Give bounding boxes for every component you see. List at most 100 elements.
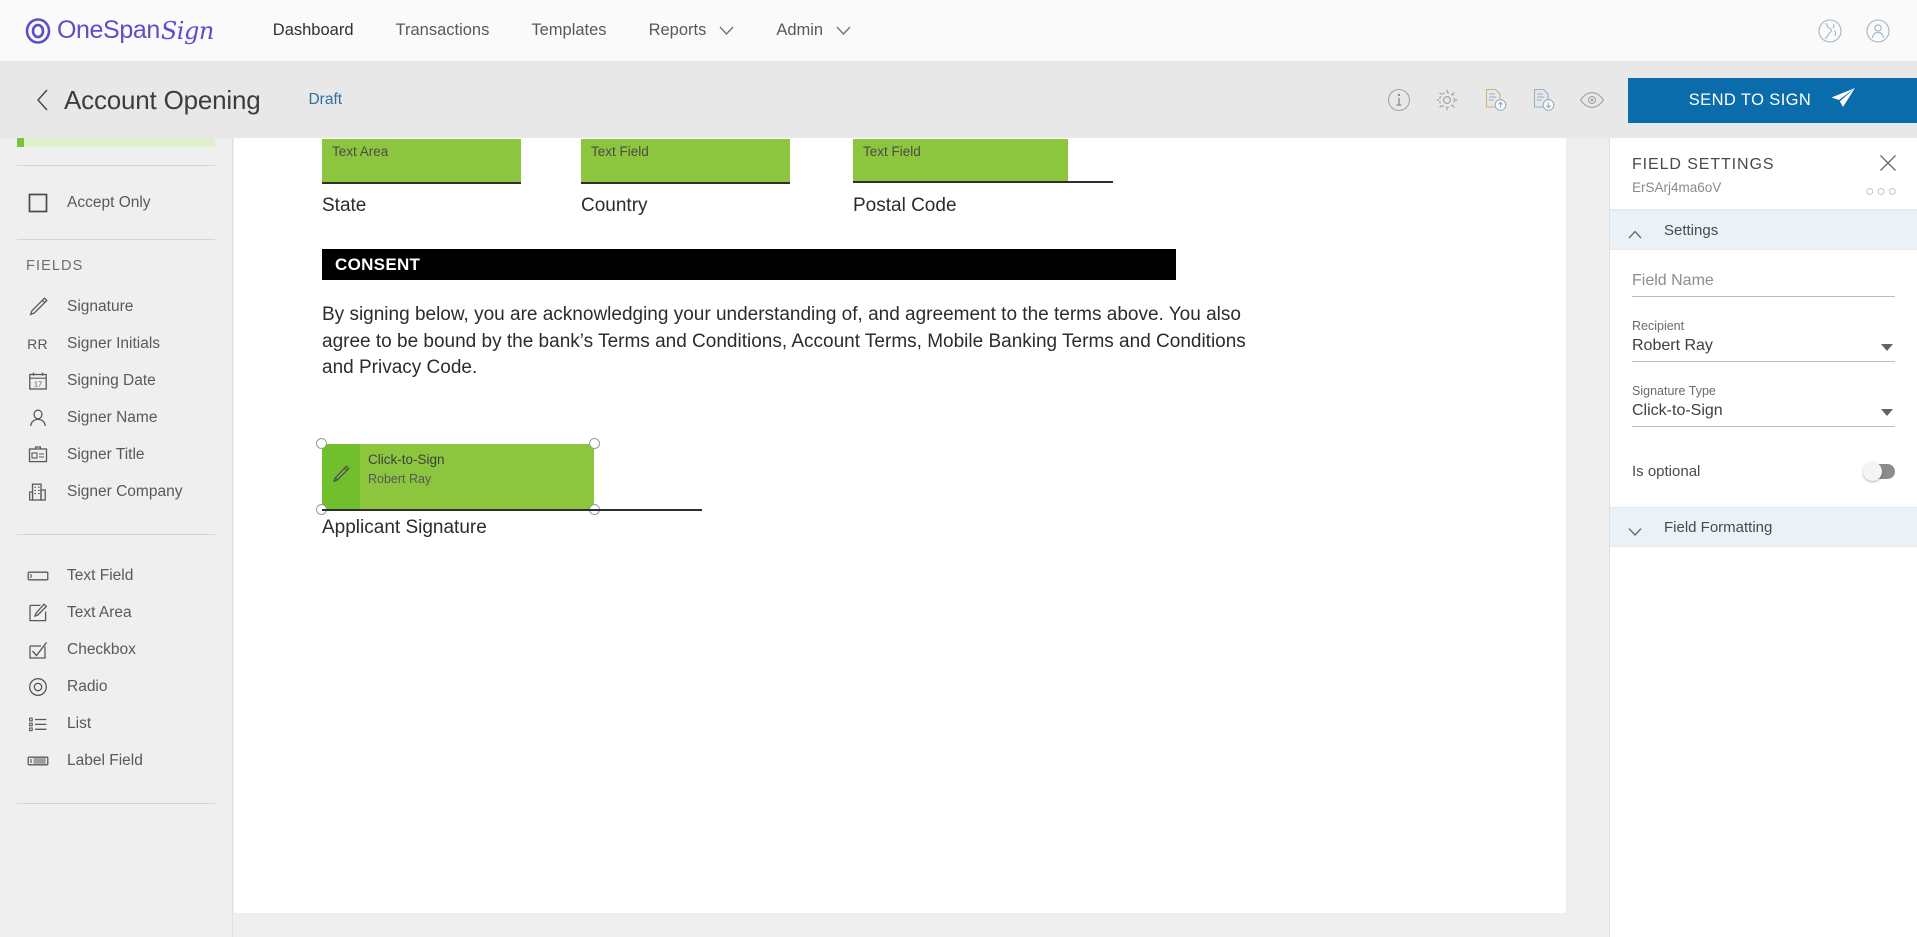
resize-handle-top-right[interactable] bbox=[589, 438, 600, 449]
sidebar-progress-bar bbox=[17, 138, 215, 147]
document-signature-field[interactable]: Click-to-Sign Robert Ray bbox=[321, 443, 595, 510]
sidebar-item-list[interactable]: List bbox=[0, 705, 232, 742]
nav-item-admin[interactable]: Admin bbox=[755, 0, 872, 62]
recipient-label: Recipient bbox=[1632, 319, 1685, 333]
document-upload-icon[interactable] bbox=[1482, 87, 1508, 113]
resize-handle-top-left[interactable] bbox=[316, 438, 327, 449]
top-nav-right-icons bbox=[1817, 18, 1891, 44]
nav-label: Templates bbox=[531, 21, 607, 39]
user-account-icon[interactable] bbox=[1865, 18, 1891, 44]
accordion-field-formatting[interactable]: Field Formatting bbox=[1610, 507, 1917, 547]
back-chevron-icon[interactable] bbox=[36, 89, 50, 111]
more-options-icon[interactable]: ○○○ bbox=[1865, 184, 1899, 199]
divider bbox=[17, 534, 215, 535]
sidebar-item-radio[interactable]: Radio bbox=[0, 668, 232, 705]
signature-field-texts: Click-to-Sign Robert Ray bbox=[368, 452, 445, 486]
dropdown-arrow-icon[interactable] bbox=[1881, 344, 1893, 351]
sidebar-item-text-field[interactable]: Text Field bbox=[0, 557, 232, 594]
sidebar-item-text-area[interactable]: Text Area bbox=[0, 594, 232, 631]
signature-type-group: Signature Type Click-to-Sign bbox=[1632, 384, 1895, 427]
info-icon[interactable] bbox=[1386, 87, 1412, 113]
pencil-icon bbox=[25, 294, 50, 319]
id-badge-icon bbox=[25, 442, 50, 467]
document-toolbar bbox=[1386, 87, 1605, 113]
preview-eye-icon[interactable] bbox=[1578, 87, 1605, 113]
field-type-label: Text Field bbox=[591, 144, 649, 159]
divider bbox=[17, 239, 215, 240]
is-optional-label: Is optional bbox=[1632, 462, 1701, 480]
sidebar-item-label-field[interactable]: Label Field bbox=[0, 742, 232, 779]
sidebar-item-signer-name[interactable]: Signer Name bbox=[0, 399, 232, 436]
document-page[interactable]: Text Area State Text Field Country Text … bbox=[234, 138, 1566, 913]
document-field-caption-postal: Postal Code bbox=[853, 195, 957, 216]
text-field-icon bbox=[25, 563, 50, 588]
signature-type-label: Click-to-Sign bbox=[368, 452, 445, 467]
brand-logo[interactable]: OneSpan Sign bbox=[25, 16, 214, 45]
sidebar-item-signature[interactable]: Signature bbox=[0, 288, 232, 325]
document-field-postal-code[interactable]: Text Field bbox=[853, 138, 1068, 181]
sidebar-item-label: Signer Name bbox=[67, 408, 158, 426]
sidebar-item-label: Accept Only bbox=[67, 193, 151, 211]
nav-label: Dashboard bbox=[272, 21, 354, 39]
sidebar-item-signer-title[interactable]: Signer Title bbox=[0, 436, 232, 473]
sidebar-item-checkbox[interactable]: Checkbox bbox=[0, 631, 232, 668]
settings-gear-icon[interactable] bbox=[1434, 87, 1460, 113]
is-optional-toggle[interactable] bbox=[1863, 461, 1895, 481]
sidebar-item-label: Signature bbox=[67, 297, 134, 315]
progress-marker bbox=[17, 138, 24, 147]
field-name-control[interactable]: Field Name bbox=[1632, 272, 1895, 297]
consent-paragraph: By signing below, you are acknowledging … bbox=[322, 304, 1246, 378]
signature-type-control[interactable]: Click-to-Sign bbox=[1632, 402, 1895, 427]
sidebar-item-signing-date[interactable]: 17 Signing Date bbox=[0, 362, 232, 399]
brand-name: OneSpan bbox=[57, 16, 160, 44]
field-name-input[interactable]: Field Name bbox=[1632, 272, 1714, 289]
status-badge: Draft bbox=[308, 91, 343, 108]
document-field-state[interactable]: Text Area bbox=[322, 138, 521, 182]
recipient-select[interactable]: Robert Ray bbox=[1632, 337, 1713, 354]
consent-section-heading: CONSENT bbox=[322, 249, 1176, 280]
sidebar-item-signer-company[interactable]: Signer Company bbox=[0, 473, 232, 510]
checkbox-empty-icon bbox=[25, 190, 50, 215]
document-canvas[interactable]: Text Area State Text Field Country Text … bbox=[234, 138, 1582, 937]
sidebar-item-label: Text Area bbox=[67, 603, 132, 621]
label-field-icon bbox=[25, 748, 50, 773]
send-to-sign-label: SEND TO SIGN bbox=[1688, 90, 1812, 109]
chevron-down-icon bbox=[719, 26, 734, 35]
signature-type-select[interactable]: Click-to-Sign bbox=[1632, 402, 1723, 419]
chevron-down-icon bbox=[836, 26, 851, 35]
onespan-ring-logo-icon bbox=[25, 17, 51, 44]
building-icon bbox=[25, 479, 50, 504]
document-field-country[interactable]: Text Field bbox=[581, 138, 790, 182]
accordion-label: Field Formatting bbox=[1664, 518, 1773, 536]
nav-item-dashboard[interactable]: Dashboard bbox=[252, 0, 375, 62]
close-icon[interactable] bbox=[1879, 154, 1897, 172]
initials-rr-icon: RR bbox=[27, 335, 48, 352]
dropdown-arrow-icon[interactable] bbox=[1881, 409, 1893, 416]
send-to-sign-button[interactable]: SEND TO SIGN bbox=[1628, 77, 1917, 123]
sidebar-item-signer-initials[interactable]: RR Signer Initials bbox=[0, 325, 232, 362]
signature-field-wrapper[interactable]: Click-to-Sign Robert Ray bbox=[316, 438, 600, 515]
field-type-label: Text Field bbox=[863, 144, 921, 159]
pencil-icon bbox=[331, 464, 351, 489]
recipient-group: Recipient Robert Ray bbox=[1632, 319, 1895, 362]
is-optional-row: Is optional bbox=[1610, 449, 1917, 493]
sidebar-item-label: Signing Date bbox=[67, 371, 156, 389]
page-title: Account Opening bbox=[64, 84, 261, 115]
document-download-icon[interactable] bbox=[1530, 87, 1556, 113]
field-underline bbox=[581, 182, 790, 184]
globe-icon[interactable] bbox=[1817, 18, 1843, 44]
nav-item-transactions[interactable]: Transactions bbox=[375, 0, 511, 62]
radio-icon bbox=[25, 674, 50, 699]
nav-item-templates[interactable]: Templates bbox=[510, 0, 627, 62]
text-area-icon bbox=[25, 600, 50, 625]
accordion-settings[interactable]: Settings bbox=[1610, 210, 1917, 250]
brand-script: Sign bbox=[160, 16, 214, 45]
sidebar-item-label: List bbox=[67, 714, 92, 732]
nav-item-reports[interactable]: Reports bbox=[628, 0, 756, 62]
person-icon bbox=[25, 405, 50, 430]
sidebar-item-accept-only[interactable]: Accept Only bbox=[0, 184, 232, 221]
calendar-icon: 17 bbox=[25, 368, 50, 393]
fields-heading: FIELDS bbox=[26, 258, 84, 274]
recipient-control[interactable]: Robert Ray bbox=[1632, 337, 1895, 362]
signature-signer-label: Robert Ray bbox=[368, 472, 432, 486]
